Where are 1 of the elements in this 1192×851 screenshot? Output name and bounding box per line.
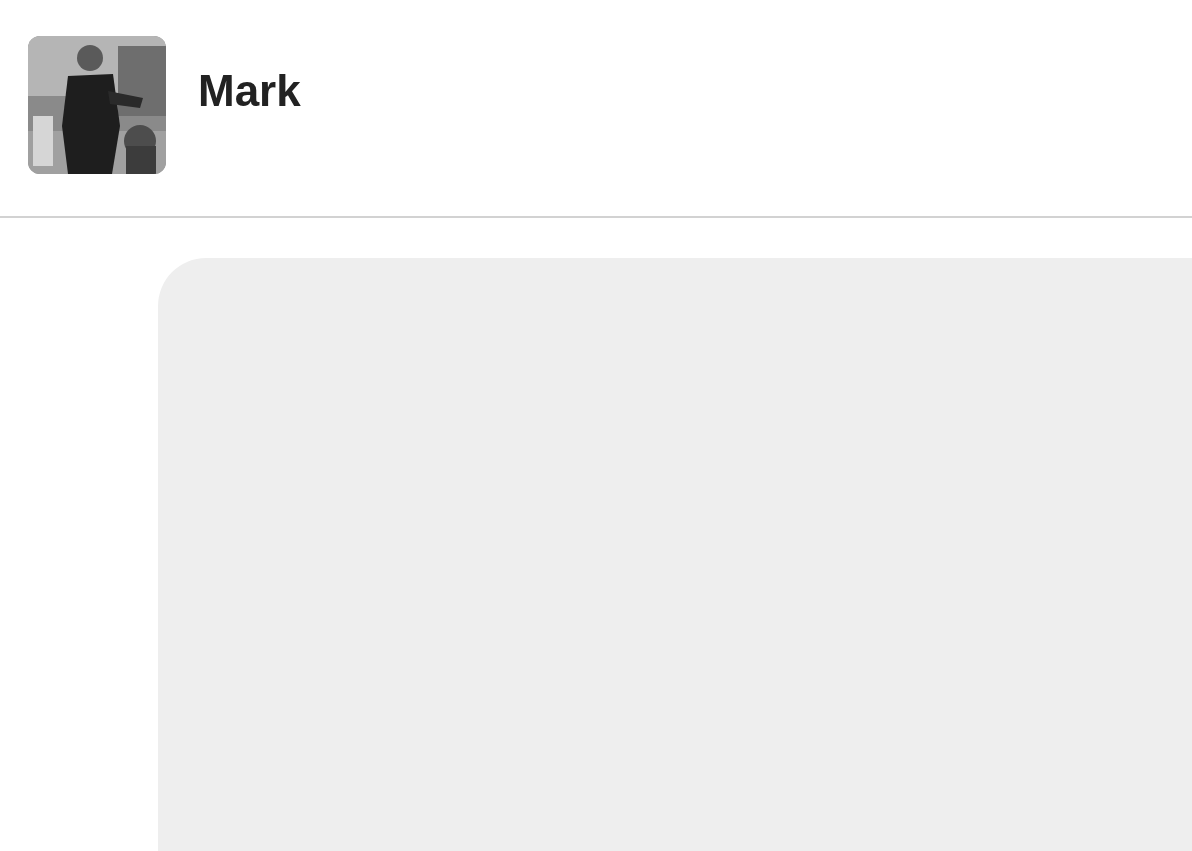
contact-name: Mark: [198, 66, 301, 116]
